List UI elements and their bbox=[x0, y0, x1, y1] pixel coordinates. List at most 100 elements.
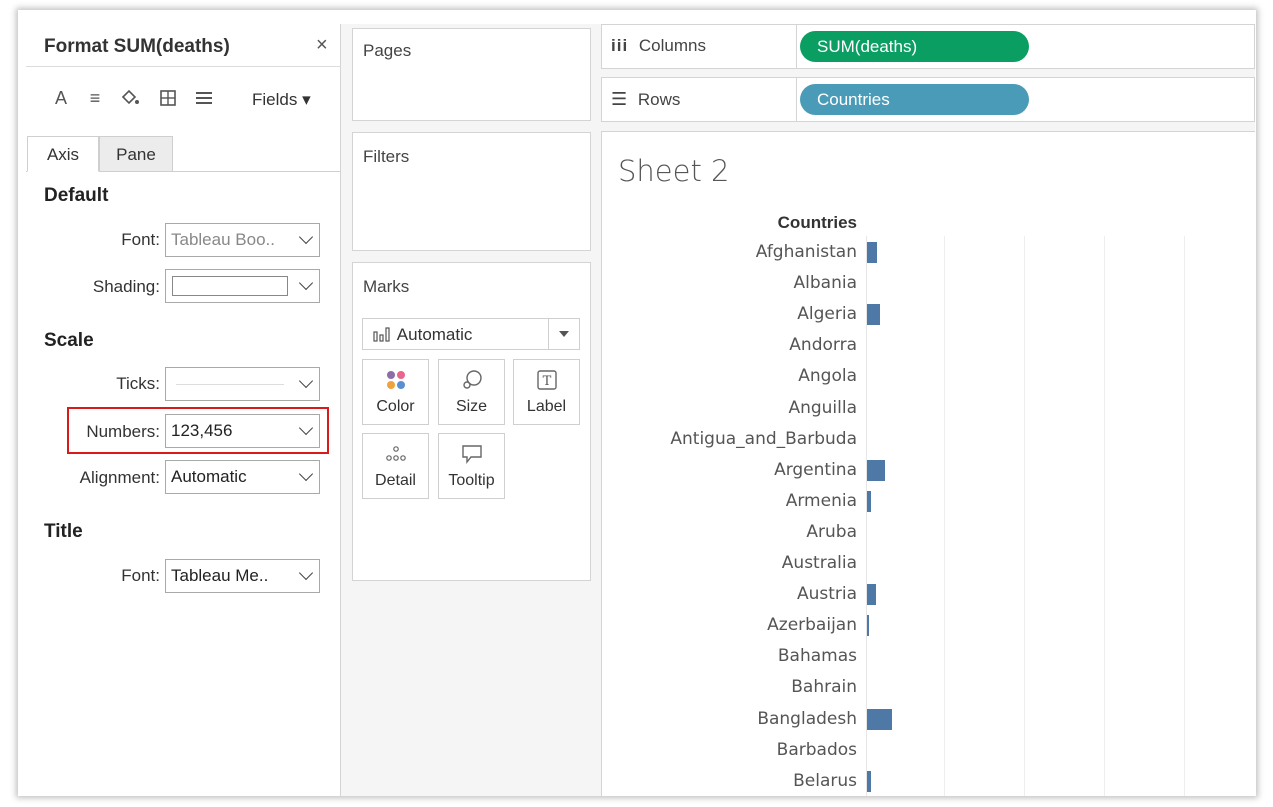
size-label: Size bbox=[455, 398, 488, 415]
default-font-label: Font: bbox=[121, 230, 160, 249]
shading-select[interactable] bbox=[165, 269, 320, 303]
tooltip-label: Tooltip bbox=[448, 472, 495, 489]
alignment-value: Automatic bbox=[171, 467, 247, 486]
row-label[interactable]: Armenia bbox=[786, 491, 857, 511]
label-icon: T bbox=[514, 368, 579, 394]
alignment-label: Alignment: bbox=[79, 468, 160, 487]
rows-icon: ☰ bbox=[611, 89, 628, 109]
chevron-down-icon bbox=[298, 229, 314, 245]
row-label[interactable]: Barbados bbox=[777, 740, 857, 760]
title-font-select[interactable]: Tableau Me.. bbox=[165, 559, 320, 593]
color-label: Color bbox=[376, 398, 415, 415]
row-label[interactable]: Andorra bbox=[789, 335, 857, 355]
divider bbox=[548, 319, 549, 349]
row-label[interactable]: Antigua_and_Barbuda bbox=[670, 429, 857, 449]
title-font-value: Tableau Me.. bbox=[171, 566, 269, 585]
tooltip-button[interactable]: Tooltip bbox=[438, 433, 505, 499]
bar-mark[interactable] bbox=[867, 615, 869, 637]
row-label[interactable]: Bahrain bbox=[791, 677, 857, 697]
row-label[interactable]: Albania bbox=[794, 273, 857, 293]
label-button[interactable]: T Label bbox=[513, 359, 580, 425]
detail-icon bbox=[363, 442, 428, 468]
row-label[interactable]: Anguilla bbox=[788, 398, 857, 418]
ticks-label: Ticks: bbox=[116, 374, 160, 393]
filters-title: Filters bbox=[363, 147, 410, 166]
row-label[interactable]: Azerbaijan bbox=[767, 615, 857, 635]
chevron-down-icon bbox=[298, 275, 314, 291]
divider bbox=[796, 24, 797, 69]
row-label[interactable]: Algeria bbox=[797, 304, 857, 324]
detail-label: Detail bbox=[375, 472, 416, 489]
size-icon bbox=[439, 368, 504, 394]
shading-label: Shading: bbox=[92, 277, 160, 296]
bar-mark[interactable] bbox=[867, 708, 892, 730]
svg-text:T: T bbox=[542, 374, 551, 389]
color-dots-icon bbox=[363, 368, 428, 394]
row-label[interactable]: Angola bbox=[798, 366, 857, 386]
label-label: Label bbox=[526, 398, 567, 415]
row-label[interactable]: Austria bbox=[797, 584, 857, 604]
countries-pill[interactable]: Countries bbox=[800, 84, 1029, 115]
bar-mark[interactable] bbox=[867, 770, 871, 792]
bar-mark[interactable] bbox=[867, 304, 880, 326]
chevron-down-icon bbox=[298, 466, 314, 482]
tick-line-preview bbox=[176, 384, 284, 385]
grid-line bbox=[1184, 236, 1185, 796]
color-button[interactable]: Color bbox=[362, 359, 429, 425]
grid-line bbox=[944, 236, 945, 796]
row-label[interactable]: Bangladesh bbox=[757, 709, 857, 729]
fields-dropdown[interactable]: Fields ▾ bbox=[252, 90, 311, 110]
bar-chart-icon bbox=[373, 327, 390, 342]
default-font-select[interactable]: Tableau Boo.. bbox=[165, 223, 320, 257]
caret-down-icon bbox=[559, 331, 569, 337]
tab-pane[interactable]: Pane bbox=[99, 136, 173, 172]
shading-swatch bbox=[172, 276, 288, 296]
divider bbox=[26, 66, 341, 67]
shading-icon[interactable] bbox=[119, 88, 141, 113]
rows-shelf-label: ☰ Rows bbox=[611, 89, 680, 110]
sum-deaths-pill[interactable]: SUM(deaths) bbox=[800, 31, 1029, 62]
plot-area[interactable] bbox=[866, 236, 1255, 796]
alignment-select[interactable]: Automatic bbox=[165, 460, 320, 494]
bar-mark[interactable] bbox=[867, 584, 876, 606]
borders-icon[interactable] bbox=[157, 88, 179, 113]
grid-line bbox=[1024, 236, 1025, 796]
bar-mark[interactable] bbox=[867, 459, 885, 481]
columns-icon: iii bbox=[611, 36, 629, 55]
grid-line bbox=[1104, 236, 1105, 796]
close-icon[interactable]: × bbox=[316, 34, 328, 57]
align-icon[interactable]: ≡ bbox=[84, 88, 106, 109]
bar-mark[interactable] bbox=[867, 490, 871, 512]
chevron-down-icon bbox=[298, 565, 314, 581]
rows-label-text: Rows bbox=[637, 90, 681, 109]
divider bbox=[796, 77, 797, 122]
row-label[interactable]: Argentina bbox=[774, 460, 857, 480]
mark-type-dropdown[interactable]: Automatic bbox=[362, 318, 580, 350]
pages-card[interactable]: Pages bbox=[352, 28, 591, 121]
default-font-value: Tableau Boo.. bbox=[171, 230, 275, 249]
row-label[interactable]: Bahamas bbox=[778, 646, 857, 666]
mark-type-value: Automatic bbox=[396, 325, 473, 344]
row-label[interactable]: Aruba bbox=[806, 522, 857, 542]
detail-button[interactable]: Detail bbox=[362, 433, 429, 499]
font-icon[interactable]: A bbox=[50, 88, 72, 109]
lines-icon[interactable] bbox=[193, 88, 215, 113]
row-label[interactable]: Australia bbox=[782, 553, 857, 573]
row-label[interactable]: Afghanistan bbox=[756, 242, 857, 262]
title-font-label: Font: bbox=[121, 566, 160, 585]
section-scale-heading: Scale bbox=[44, 330, 94, 351]
column-header-countries[interactable]: Countries bbox=[740, 213, 857, 233]
columns-label-text: Columns bbox=[638, 36, 706, 55]
numbers-highlight-box bbox=[67, 407, 329, 454]
ticks-select[interactable] bbox=[165, 367, 320, 401]
bar-mark[interactable] bbox=[867, 242, 877, 263]
row-label[interactable]: Belarus bbox=[793, 771, 857, 791]
section-default-heading: Default bbox=[44, 185, 109, 206]
filters-card[interactable]: Filters bbox=[352, 132, 591, 251]
format-panel-title: Format SUM(deaths) bbox=[44, 36, 230, 57]
sheet-title[interactable]: Sheet 2 bbox=[618, 154, 730, 188]
section-title-heading: Title bbox=[44, 521, 83, 542]
size-button[interactable]: Size bbox=[438, 359, 505, 425]
tooltip-icon bbox=[439, 442, 504, 468]
tab-axis[interactable]: Axis bbox=[27, 136, 99, 172]
